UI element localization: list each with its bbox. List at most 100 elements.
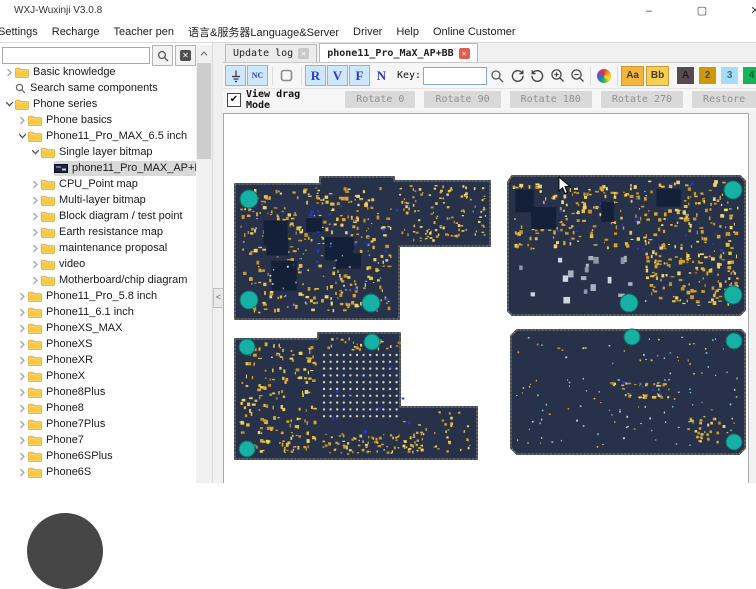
tree-item[interactable]: Search same components [0, 80, 196, 96]
menu-item[interactable]: Settings [0, 26, 45, 38]
tree-expand-icon[interactable] [16, 452, 28, 461]
tree-item[interactable]: PhoneXR [0, 352, 196, 368]
tree-item[interactable]: Phone11_Pro_5.8 inch [0, 288, 196, 304]
resistor-mode-button[interactable]: R [305, 65, 326, 86]
tree-item[interactable]: Phone6SPlus [0, 448, 196, 464]
tree-expand-icon[interactable] [29, 276, 41, 285]
tree-expand-icon[interactable] [29, 180, 41, 189]
pcb-board-top-left[interactable] [232, 172, 494, 324]
tree-item[interactable]: Phone series [0, 96, 196, 112]
tree-item[interactable]: Block diagram / test point [0, 208, 196, 224]
rotate-cw-button[interactable] [507, 66, 527, 86]
rotate-button[interactable]: Rotate 180 [510, 91, 592, 108]
tree-item[interactable]: Phone8 [0, 400, 196, 416]
sidebar-search-input[interactable] [2, 47, 150, 64]
tree-item[interactable]: Phone11_Pro_MAX_6.5 inch [0, 128, 196, 144]
tree-expand-icon[interactable] [29, 244, 41, 253]
scrollbar-thumb[interactable] [197, 63, 211, 159]
tree-item[interactable]: maintenance proposal [0, 240, 196, 256]
tree-expand-icon[interactable] [16, 340, 28, 349]
pcb-board-top-right[interactable] [504, 170, 749, 320]
menu-item[interactable]: Driver [346, 26, 389, 38]
tree-expand-icon[interactable] [16, 468, 28, 477]
tree-expand-icon[interactable] [29, 212, 41, 221]
pad-mode-button[interactable] [276, 65, 297, 86]
tree-item[interactable]: PhoneXS [0, 336, 196, 352]
view-drag-checkbox[interactable]: ✔ [227, 93, 241, 107]
floating-widget[interactable] [27, 513, 103, 589]
pcb-board-bottom-left[interactable] [232, 329, 480, 464]
tab-close-icon[interactable]: ✕ [459, 48, 470, 59]
voltage-mode-button[interactable]: V [327, 65, 348, 86]
mark-color-button[interactable]: 2 [699, 67, 716, 84]
tree-expand-icon[interactable] [29, 148, 41, 156]
tree-item[interactable]: Phone6S [0, 464, 196, 480]
zoom-in-button[interactable] [547, 66, 567, 86]
tree-expand-icon[interactable] [16, 404, 28, 413]
tree-expand-icon[interactable] [29, 196, 41, 205]
ground-mode-button[interactable] [225, 65, 246, 86]
tree-expand-icon[interactable] [16, 292, 28, 301]
tree-item[interactable]: Multi-layer bitmap [0, 192, 196, 208]
tree-item[interactable]: video [0, 256, 196, 272]
tree-item[interactable]: Phone11_6.1 inch [0, 304, 196, 320]
sidebar-scrollbar[interactable] [196, 45, 212, 483]
tab-close-icon[interactable]: ✕ [298, 48, 309, 59]
mark-color-button[interactable]: A [677, 67, 694, 84]
tree-expand-icon[interactable] [3, 100, 15, 108]
tree-expand-icon[interactable] [29, 228, 41, 237]
tree-expand-icon[interactable] [16, 420, 28, 429]
tree-expand-icon[interactable] [16, 356, 28, 365]
tree-expand-icon[interactable] [16, 116, 28, 125]
tree-item[interactable]: Phone basics [0, 112, 196, 128]
tab-phone11-pro-max[interactable]: phone11_Pro_MaX_AP+BB ✕ [319, 43, 477, 62]
tree-expand-icon[interactable] [16, 388, 28, 397]
menu-item[interactable]: Recharge [45, 26, 107, 38]
tab-update-log[interactable]: Update log ✕ [225, 44, 317, 62]
font-small-button[interactable]: Bb [646, 66, 669, 86]
close-button[interactable]: ✕ [732, 0, 756, 22]
tree-item[interactable]: PhoneX [0, 368, 196, 384]
tree-expand-icon[interactable] [16, 372, 28, 381]
tree-expand-icon[interactable] [16, 436, 28, 445]
pcb-board-bottom-right[interactable] [507, 324, 749, 460]
rotate-button[interactable]: Restore [692, 91, 756, 108]
tree-item[interactable]: Phone7 [0, 432, 196, 448]
mark-color-button[interactable]: 4 [743, 67, 756, 84]
sidebar-search-button[interactable] [152, 45, 173, 66]
tree-item[interactable]: Phone8Plus [0, 384, 196, 400]
menu-item[interactable]: 语言&服务器Language&Server [181, 24, 346, 40]
tree-item[interactable]: Phone7Plus [0, 416, 196, 432]
menu-item[interactable]: Help [389, 26, 426, 38]
tree-expand-icon[interactable] [3, 68, 15, 77]
tree-item[interactable]: CPU_Point map [0, 176, 196, 192]
scroll-up-icon[interactable] [196, 45, 212, 61]
tree-item[interactable]: phone11_Pro_MAX_AP+BB [0, 160, 196, 176]
mark-color-button[interactable]: 3 [721, 67, 738, 84]
tree-expand-icon[interactable] [16, 308, 28, 317]
tree-item[interactable]: PhoneXS_MAX [0, 320, 196, 336]
panel-splitter[interactable]: < [212, 43, 223, 483]
menu-item[interactable]: Teacher pen [106, 26, 181, 38]
rotate-ccw-button[interactable] [527, 66, 547, 86]
tree-item[interactable]: Single layer bitmap [0, 144, 196, 160]
tree-item[interactable]: Basic knowledge [0, 64, 196, 80]
pcb-canvas[interactable] [223, 113, 749, 483]
nc-mode-button[interactable]: NC [247, 65, 268, 86]
tree-item[interactable]: Motherboard/chip diagram [0, 272, 196, 288]
rotate-button[interactable]: Rotate 0 [345, 91, 415, 108]
menu-item[interactable]: Online Customer [426, 26, 523, 38]
tree-expand-icon[interactable] [29, 260, 41, 269]
tree-expand-icon[interactable] [16, 324, 28, 333]
maximize-button[interactable]: ▢ [679, 0, 725, 22]
rotate-button[interactable]: Rotate 90 [424, 91, 500, 108]
n-mode-button[interactable]: N [371, 65, 392, 86]
f-mode-button[interactable]: F [349, 65, 370, 86]
font-large-button[interactable]: Aa [621, 66, 644, 86]
rotate-button[interactable]: Rotate 270 [601, 91, 683, 108]
key-search-input[interactable] [423, 67, 487, 85]
tree-item[interactable]: Earth resistance map [0, 224, 196, 240]
zoom-out-button[interactable] [567, 66, 587, 86]
palette-button[interactable] [594, 66, 614, 86]
sidebar-clear-button[interactable]: ✕ [175, 45, 196, 66]
